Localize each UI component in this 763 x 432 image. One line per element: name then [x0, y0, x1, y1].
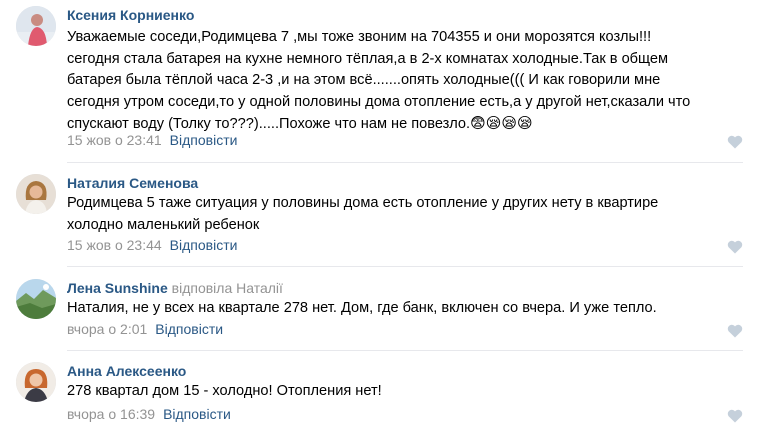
comment-time[interactable]: вчора о 16:39 [67, 406, 155, 422]
avatar[interactable] [16, 362, 56, 402]
comment-meta: вчора о 2:01 Відповісти [67, 321, 223, 337]
comment-text-line: батарея была тёплой часа 2-3 ,и на этом … [67, 72, 661, 88]
reply-button[interactable]: Відповісти [163, 406, 231, 422]
avatar[interactable] [16, 6, 56, 46]
heart-icon[interactable] [727, 240, 743, 254]
comment-author[interactable]: Ксения Корниенко [67, 7, 194, 23]
comment-meta: вчора о 16:39 Відповісти [67, 406, 231, 422]
reply-prefix: відповіла [171, 280, 233, 296]
comment-text-line: Родимцева 5 таже ситуация у половины дом… [67, 195, 659, 211]
comment-text-segment: спускают воду (Толку то???).....Похоже ч… [67, 116, 471, 132]
reply-button[interactable]: Відповісти [170, 237, 238, 253]
avatar[interactable] [16, 279, 56, 319]
comment-text-line: Наталия, не у всех на квартале 278 нет. … [67, 300, 657, 316]
heart-icon[interactable] [727, 324, 743, 338]
heart-icon[interactable] [727, 409, 743, 423]
comment-text: 278 квартал дом 15 - холодно! Отопления … [67, 381, 382, 403]
comment-text-line: Уважаемые соседи,Родимцева 7 ,мы тоже зв… [67, 29, 652, 45]
comment-text-line: 278 квартал дом 15 - холодно! Отопления … [67, 383, 382, 399]
comment-text: Родимцева 5 таже ситуация у половины дом… [67, 193, 658, 236]
comment-author[interactable]: Наталия Семенова [67, 175, 198, 191]
comment-meta: 15 жов о 23:41 Відповісти [67, 132, 237, 148]
comment-author[interactable]: Анна Алексеенко [67, 363, 186, 379]
divider [67, 350, 743, 351]
comment-text: Наталия, не у всех на квартале 278 нет. … [67, 298, 657, 320]
reply-button[interactable]: Відповісти [155, 321, 223, 337]
divider [67, 266, 743, 267]
comment-text-line: сегодня стала батарея на кухне немного т… [67, 50, 669, 67]
comment-author-name[interactable]: Лена Sunshine [67, 280, 168, 296]
reply-to-link[interactable]: Наталії [236, 280, 283, 296]
comment-text-line: холодно маленький ребенок [67, 216, 260, 233]
avatar[interactable] [16, 174, 56, 214]
emoji-group: 😨😪😪😪 [470, 115, 533, 132]
divider [67, 162, 743, 163]
reply-button[interactable]: Відповісти [170, 132, 238, 148]
comment-text: Уважаемые соседи,Родимцева 7 ,мы тоже зв… [67, 27, 690, 136]
comment-author[interactable]: Лена Sunshine відповіла Наталії [67, 280, 283, 296]
reply-to-info: відповіла Наталії [172, 280, 283, 296]
comment-text-line: сегодня утром соседи,то у одной половины… [67, 93, 691, 110]
comment-time[interactable]: 15 жов о 23:41 [67, 132, 162, 148]
comment-meta: 15 жов о 23:44 Відповісти [67, 237, 237, 253]
comment-time[interactable]: вчора о 2:01 [67, 321, 147, 337]
comment-time[interactable]: 15 жов о 23:44 [67, 237, 162, 253]
heart-icon[interactable] [727, 135, 743, 149]
